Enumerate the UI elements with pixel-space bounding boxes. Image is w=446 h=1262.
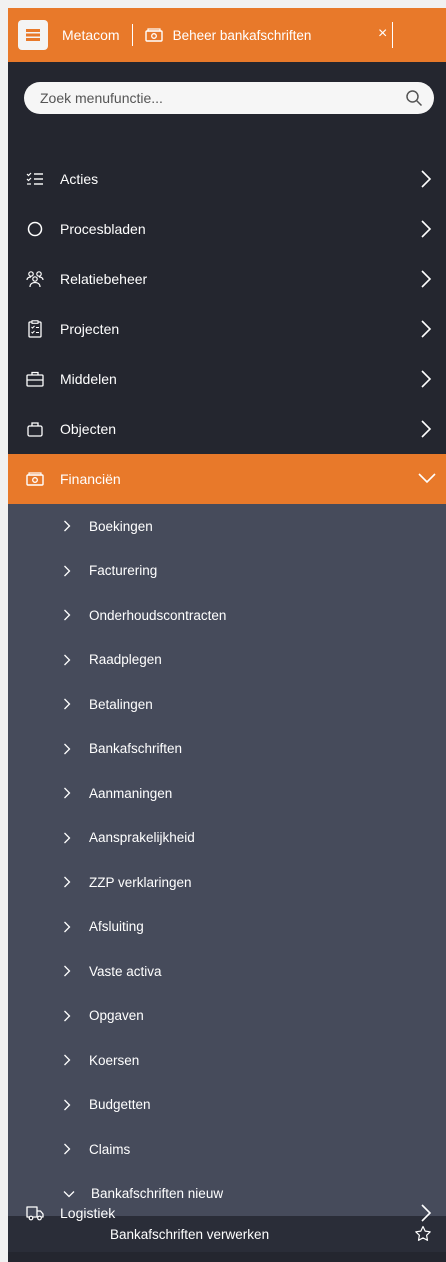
- chevron-down-icon: [418, 473, 436, 484]
- submenu-item-claims[interactable]: Claims: [8, 1127, 446, 1172]
- header-bar: Metacom Beheer bankafschriften ×: [8, 8, 446, 62]
- header-end-divider: [392, 22, 393, 48]
- menu-item-acties[interactable]: Acties: [8, 154, 446, 204]
- search-input[interactable]: [40, 90, 404, 106]
- submenu-item-zzp-verklaringen[interactable]: ZZP verklaringen: [8, 860, 446, 905]
- menu-item-label: Projecten: [60, 321, 120, 337]
- submenu-item-label: Raadplegen: [89, 652, 162, 668]
- chevron-right-icon: [63, 520, 73, 532]
- chevron-right-icon: [421, 320, 432, 338]
- menu-item-label: Acties: [60, 171, 99, 187]
- submenu-item-label: Koersen: [89, 1052, 140, 1068]
- submenu-item-label: Aansprakelijkheid: [89, 830, 195, 846]
- tab-title[interactable]: Beheer bankafschriften: [173, 28, 312, 43]
- search-area: [8, 62, 446, 154]
- chevron-right-icon: [421, 170, 432, 188]
- submenu-item-label: ZZP verklaringen: [89, 874, 192, 890]
- menu-item-label: Procesbladen: [60, 221, 146, 237]
- chevron-right-icon: [421, 1204, 432, 1222]
- search-icon[interactable]: [404, 88, 424, 108]
- submenu-item-label: Facturering: [89, 563, 158, 579]
- clipboard-icon: [26, 320, 44, 338]
- chevron-right-icon: [63, 787, 73, 799]
- menu-item-objecten[interactable]: Objecten: [8, 404, 446, 454]
- chevron-right-icon: [63, 832, 73, 844]
- financien-submenu: Boekingen Facturering Onderhoudscontract…: [8, 504, 446, 1252]
- submenu-item-label: Opgaven: [89, 1008, 144, 1024]
- bag-icon: [26, 420, 44, 438]
- submenu-item-vaste-activa[interactable]: Vaste activa: [8, 949, 446, 994]
- chevron-right-icon: [63, 1143, 73, 1155]
- chevron-right-icon: [421, 220, 432, 238]
- submenu-item-label: Betalingen: [89, 696, 153, 712]
- submenu-item-aansprakelijkheid[interactable]: Aansprakelijkheid: [8, 816, 446, 861]
- header-divider: [131, 24, 133, 46]
- submenu-item-label: Boekingen: [89, 518, 153, 534]
- menu-item-logistiek[interactable]: Logistiek: [8, 1188, 446, 1238]
- submenu-item-bankafschriften[interactable]: Bankafschriften: [8, 727, 446, 772]
- chevron-right-icon: [421, 370, 432, 388]
- submenu-item-betalingen[interactable]: Betalingen: [8, 682, 446, 727]
- submenu-item-label: Budgetten: [89, 1097, 151, 1113]
- people-icon: [26, 270, 44, 288]
- metacom-logo[interactable]: [18, 20, 48, 50]
- menu-item-procesbladen[interactable]: Procesbladen: [8, 204, 446, 254]
- chevron-right-icon: [63, 921, 73, 933]
- submenu-item-label: Vaste activa: [89, 963, 162, 979]
- menu-item-financien[interactable]: Financiën: [8, 454, 446, 504]
- chevron-right-icon: [63, 609, 73, 621]
- submenu-item-afsluiting[interactable]: Afsluiting: [8, 905, 446, 950]
- brand-name[interactable]: Metacom: [62, 27, 120, 43]
- chevron-right-icon: [63, 743, 73, 755]
- circle-icon: [26, 220, 44, 238]
- submenu-item-label: Onderhoudscontracten: [89, 607, 227, 623]
- submenu-item-facturering[interactable]: Facturering: [8, 549, 446, 594]
- chevron-right-icon: [63, 565, 73, 577]
- database-icon: [26, 29, 40, 41]
- menu-item-projecten[interactable]: Projecten: [8, 304, 446, 354]
- checklist-icon: [26, 170, 44, 188]
- submenu-item-opgaven[interactable]: Opgaven: [8, 994, 446, 1039]
- submenu-item-raadplegen[interactable]: Raadplegen: [8, 638, 446, 683]
- menu-item-label: Middelen: [60, 371, 117, 387]
- toolbox-icon: [26, 370, 44, 388]
- chevron-right-icon: [63, 1099, 73, 1111]
- truck-icon: [26, 1204, 44, 1222]
- menu-item-label: Logistiek: [60, 1205, 116, 1221]
- menu-item-label: Relatiebeheer: [60, 271, 148, 287]
- submenu-item-aanmaningen[interactable]: Aanmaningen: [8, 771, 446, 816]
- money-icon: [144, 28, 163, 42]
- chevron-right-icon: [421, 270, 432, 288]
- menu-item-label: Objecten: [60, 421, 117, 437]
- chevron-right-icon: [63, 965, 73, 977]
- chevron-right-icon: [63, 1010, 73, 1022]
- chevron-right-icon: [63, 1054, 73, 1066]
- bottom-menu: Logistiek: [8, 1188, 446, 1238]
- money-icon: [26, 470, 44, 488]
- submenu-item-label: Afsluiting: [89, 919, 144, 935]
- menu-item-relatiebeheer[interactable]: Relatiebeheer: [8, 254, 446, 304]
- chevron-right-icon: [63, 876, 73, 888]
- submenu-item-boekingen[interactable]: Boekingen: [8, 504, 446, 549]
- search-box: [24, 82, 434, 114]
- menu-item-middelen[interactable]: Middelen: [8, 354, 446, 404]
- close-icon[interactable]: ×: [378, 24, 387, 44]
- submenu-item-koersen[interactable]: Koersen: [8, 1038, 446, 1083]
- submenu-item-label: Aanmaningen: [89, 785, 173, 801]
- chevron-right-icon: [63, 698, 73, 710]
- navigation-panel: Metacom Beheer bankafschriften × Zoek me…: [8, 8, 446, 1262]
- chevron-right-icon: [421, 420, 432, 438]
- submenu-item-budgetten[interactable]: Budgetten: [8, 1083, 446, 1128]
- menu-item-label: Financiën: [60, 471, 121, 487]
- submenu-item-label: Bankafschriften: [89, 741, 183, 757]
- submenu-item-onderhoudscontracten[interactable]: Onderhoudscontracten: [8, 593, 446, 638]
- submenu-item-label: Claims: [89, 1141, 131, 1157]
- chevron-right-icon: [63, 654, 73, 666]
